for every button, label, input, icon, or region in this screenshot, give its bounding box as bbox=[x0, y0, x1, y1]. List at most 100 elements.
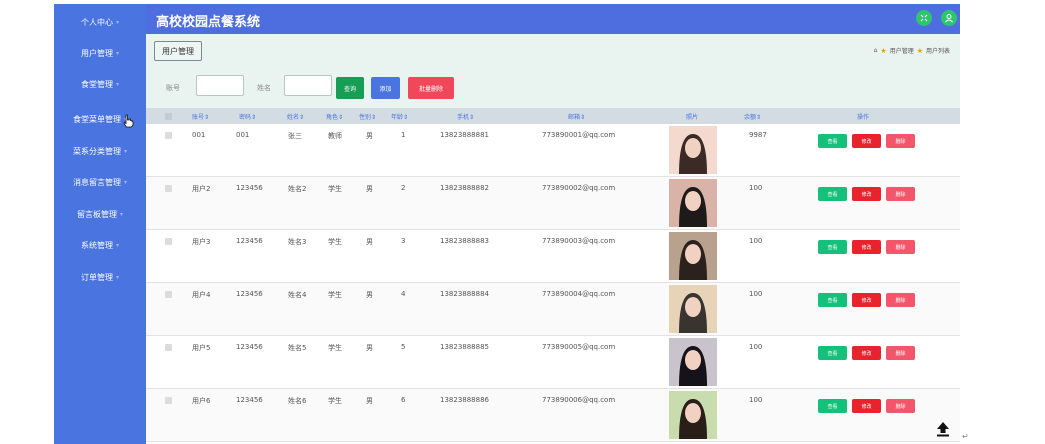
user-table: 账号⇕ 密码⇕ 姓名⇕ 角色⇕ 性别⇕ 年龄⇕ 手机⇕ 邮箱⇕ 照片 余额⇕ 操… bbox=[146, 108, 960, 444]
table-row: 用户6 123456 姓名6 学生 男 6 13823888886 773890006@qq.… bbox=[146, 389, 960, 442]
row-checkbox[interactable] bbox=[165, 132, 172, 139]
account-label: 账号 bbox=[166, 84, 180, 92]
row-checkbox[interactable] bbox=[165, 238, 172, 245]
name-input[interactable] bbox=[284, 75, 332, 96]
view-button[interactable]: 查看 bbox=[818, 346, 847, 360]
home-icon[interactable]: ⌂ bbox=[874, 47, 878, 54]
cell-account: 用户3 bbox=[192, 238, 211, 246]
cell-password: 123456 bbox=[236, 396, 263, 404]
cell-role: 学生 bbox=[328, 291, 342, 299]
view-button[interactable]: 查看 bbox=[818, 134, 847, 148]
user-photo bbox=[669, 126, 717, 174]
cell-role: 学生 bbox=[328, 344, 342, 352]
cell-name: 张三 bbox=[288, 132, 302, 140]
add-button[interactable]: 添加 bbox=[371, 77, 400, 99]
edit-button[interactable]: 修改 bbox=[852, 293, 881, 307]
edit-button[interactable]: 修改 bbox=[852, 346, 881, 360]
user-button[interactable] bbox=[941, 10, 957, 26]
cell-name: 姓名4 bbox=[288, 291, 307, 299]
column-header-age[interactable]: 年龄⇕ bbox=[391, 112, 408, 121]
delete-button[interactable]: 删除 bbox=[886, 399, 915, 413]
sidebar-item-label: 订单管理 bbox=[80, 272, 113, 282]
cell-gender: 男 bbox=[366, 397, 373, 405]
cell-balance: 9987 bbox=[749, 131, 767, 139]
view-button[interactable]: 查看 bbox=[818, 399, 847, 413]
star-icon: ★ bbox=[880, 46, 887, 55]
column-header-role[interactable]: 角色⇕ bbox=[326, 112, 343, 121]
column-header-photo: 照片 bbox=[686, 114, 699, 121]
tab-bar: 用户管理 ⌂ ★ 用户管理 ★ 用户列表 bbox=[146, 34, 960, 70]
view-button[interactable]: 查看 bbox=[818, 187, 847, 201]
app-title: 高校校园点餐系统 bbox=[156, 15, 261, 30]
hand-cursor-icon bbox=[123, 114, 134, 128]
edit-button[interactable]: 修改 bbox=[852, 240, 881, 254]
delete-button[interactable]: 删除 bbox=[886, 293, 915, 307]
table-row: 用户2 123456 姓名2 学生 男 2 13823888882 773890002@qq.… bbox=[146, 177, 960, 230]
sidebar-item-order-management[interactable]: 订单管理 ▾ bbox=[54, 263, 146, 291]
edit-button[interactable]: 修改 bbox=[852, 399, 881, 413]
sidebar-item-canteen-management[interactable]: 食堂管理 ▾ bbox=[54, 70, 146, 98]
table-row: 用户5 123456 姓名5 学生 男 5 13823888885 773890005@qq.… bbox=[146, 336, 960, 389]
app-window: 个人中心 ▾ 用户管理 ▾ 食堂管理 ▾ 食堂菜单管理 ▾ 菜系分类管理 ▾ 消息留言管理… bbox=[54, 4, 960, 444]
chevron-down-icon: ▾ bbox=[115, 273, 119, 281]
table-row: 用户4 123456 姓名4 学生 男 4 13823888884 773890004@qq.… bbox=[146, 283, 960, 336]
sidebar-item-personal-center[interactable]: 个人中心 ▾ bbox=[54, 8, 146, 36]
cell-phone: 13823888884 bbox=[440, 290, 489, 298]
cell-balance: 100 bbox=[749, 237, 763, 245]
column-header-name[interactable]: 姓名⇕ bbox=[287, 112, 304, 121]
user-photo bbox=[669, 391, 717, 439]
cell-balance: 100 bbox=[749, 396, 763, 404]
cell-name: 姓名2 bbox=[288, 185, 307, 193]
column-header-password[interactable]: 密码⇕ bbox=[239, 112, 256, 121]
delete-button[interactable]: 删除 bbox=[886, 240, 915, 254]
delete-button[interactable]: 删除 bbox=[886, 187, 915, 201]
row-checkbox[interactable] bbox=[165, 185, 172, 192]
edit-button[interactable]: 修改 bbox=[852, 134, 881, 148]
fullscreen-button[interactable] bbox=[916, 10, 932, 26]
cell-email: 773890002@qq.com bbox=[542, 184, 616, 192]
breadcrumb-item: 用户列表 bbox=[925, 48, 950, 55]
column-header-gender[interactable]: 性别⇕ bbox=[359, 112, 376, 121]
cell-balance: 100 bbox=[749, 184, 763, 192]
query-button[interactable]: 查询 bbox=[336, 77, 364, 99]
sidebar-item-label: 系统管理 bbox=[80, 240, 113, 250]
cell-role: 学生 bbox=[328, 238, 342, 246]
breadcrumb-item[interactable]: 用户管理 bbox=[890, 46, 914, 55]
row-checkbox[interactable] bbox=[165, 397, 172, 404]
sidebar-item-label: 个人中心 bbox=[80, 17, 113, 27]
star-icon: ★ bbox=[916, 46, 923, 55]
account-input[interactable] bbox=[196, 75, 244, 96]
edit-button[interactable]: 修改 bbox=[852, 187, 881, 201]
sidebar-item-message-board-management[interactable]: 留言板管理 ▾ bbox=[54, 200, 146, 228]
cell-account: 用户5 bbox=[192, 344, 211, 352]
row-checkbox[interactable] bbox=[165, 344, 172, 351]
sidebar-item-label: 用户管理 bbox=[80, 48, 113, 58]
sidebar-item-message-management[interactable]: 消息留言管理 ▾ bbox=[54, 168, 146, 196]
delete-button[interactable]: 删除 bbox=[886, 346, 915, 360]
cell-role: 教师 bbox=[328, 132, 342, 140]
view-button[interactable]: 查看 bbox=[818, 293, 847, 307]
cell-role: 学生 bbox=[328, 397, 342, 405]
cell-email: 773890003@qq.com bbox=[542, 237, 616, 245]
column-header-phone[interactable]: 手机⇕ bbox=[457, 112, 474, 121]
select-all-checkbox[interactable] bbox=[165, 113, 172, 120]
sidebar-item-user-management[interactable]: 用户管理 ▾ bbox=[54, 39, 146, 67]
column-header-email[interactable]: 邮箱⇕ bbox=[568, 112, 585, 121]
batch-delete-button[interactable]: 批量删除 bbox=[408, 77, 454, 99]
column-header-balance[interactable]: 余额⇕ bbox=[744, 112, 761, 121]
back-to-top-icon[interactable] bbox=[934, 420, 952, 438]
cell-password: 123456 bbox=[236, 343, 263, 351]
cell-account: 用户4 bbox=[192, 291, 211, 299]
column-header-account[interactable]: 账号⇕ bbox=[192, 112, 209, 121]
cell-age: 2 bbox=[401, 184, 406, 192]
top-header: 高校校园点餐系统 bbox=[146, 4, 960, 34]
row-checkbox[interactable] bbox=[165, 291, 172, 298]
delete-button[interactable]: 删除 bbox=[886, 134, 915, 148]
main-content: 用户管理 ⌂ ★ 用户管理 ★ 用户列表 账号 姓名 查询 添加 批量删除 账号… bbox=[146, 34, 960, 444]
sidebar-item-label: 菜系分类管理 bbox=[72, 146, 121, 156]
sidebar-item-cuisine-category-management[interactable]: 菜系分类管理 ▾ bbox=[54, 137, 146, 165]
sidebar-item-system-management[interactable]: 系统管理 ▾ bbox=[54, 231, 146, 259]
tab-user-management[interactable]: 用户管理 bbox=[154, 41, 202, 61]
view-button[interactable]: 查看 bbox=[818, 240, 847, 254]
cell-gender: 男 bbox=[366, 185, 373, 193]
